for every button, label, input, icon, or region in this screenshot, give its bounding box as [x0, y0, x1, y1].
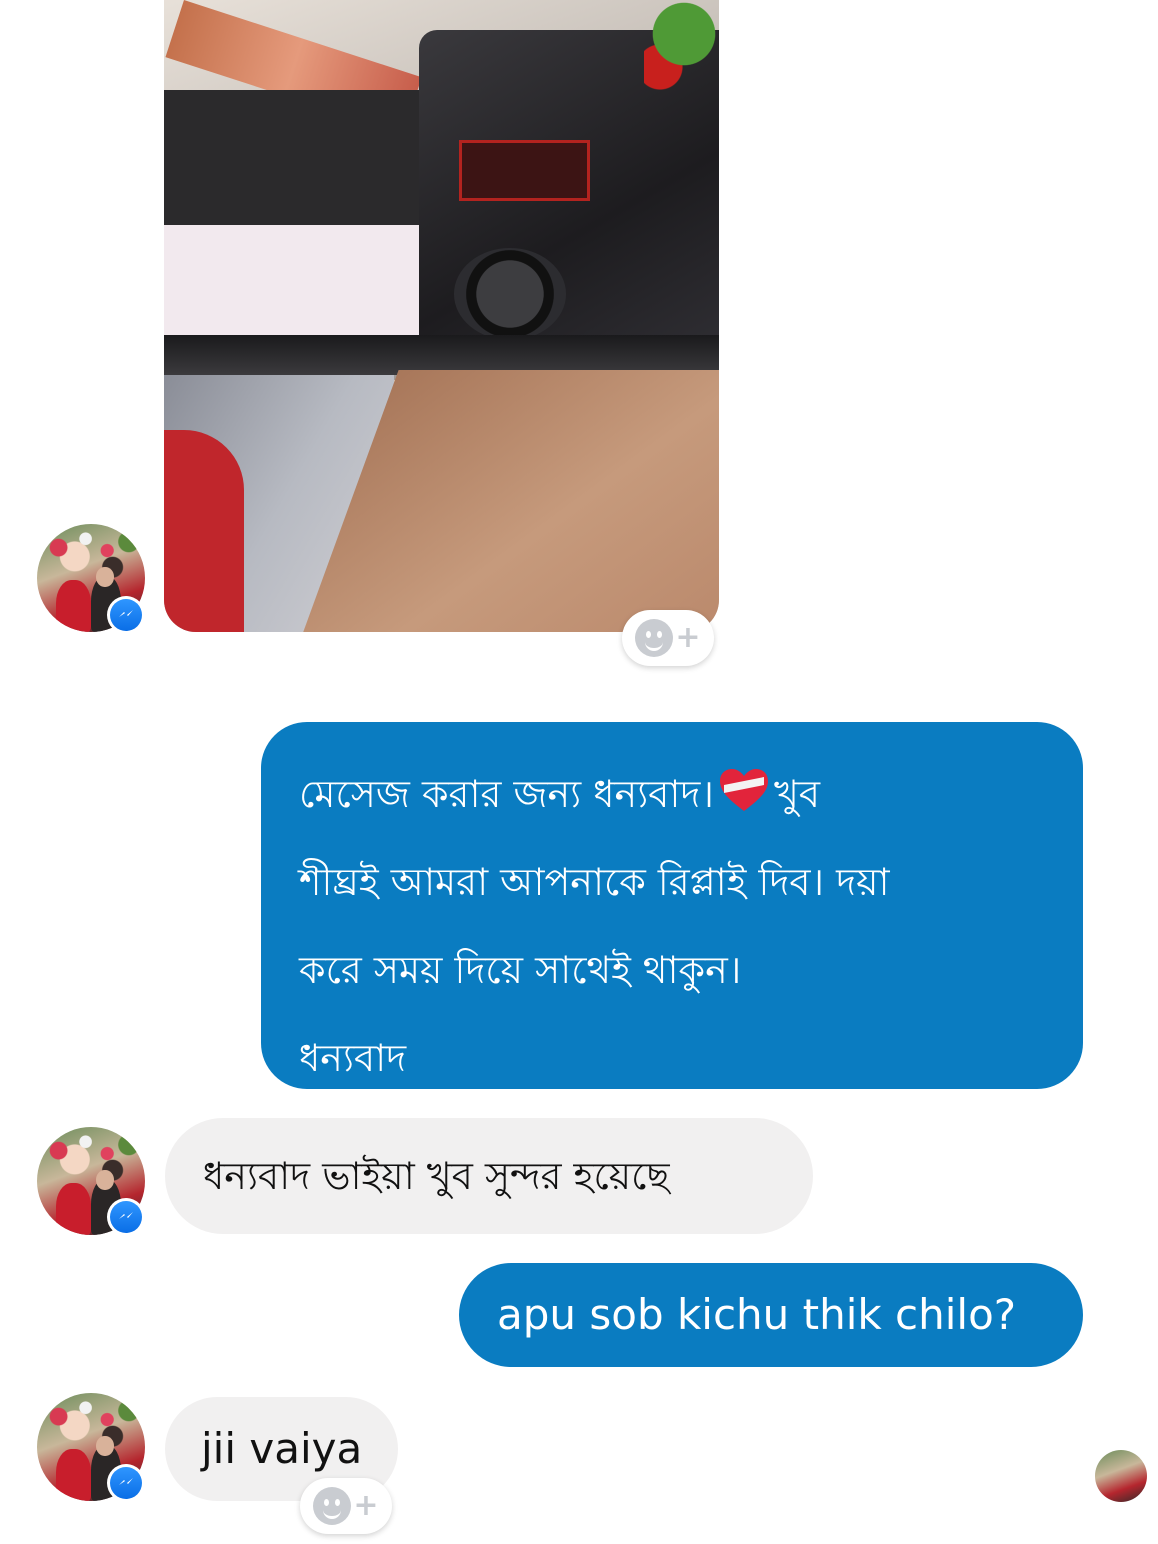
message-text: apu sob kichu thik chilo? — [497, 1290, 1017, 1339]
messenger-badge-icon — [107, 1198, 145, 1236]
seen-indicator-avatar — [1095, 1450, 1147, 1502]
plus-icon: + — [675, 620, 701, 655]
message-text: ধন্যবাদ ভাইয়া খুব সুন্দর হয়েছে — [203, 1154, 670, 1198]
outgoing-message-bubble[interactable]: apu sob kichu thik chilo? — [459, 1263, 1083, 1367]
chat-screen: + মেসেজ করার জন্য ধন্যবাদ। খুব শীঘ্রই আম… — [0, 0, 1158, 1544]
heart-with-ribbon-icon — [719, 769, 768, 811]
message-line: মেসেজ করার জন্য ধন্যবাদ। — [299, 772, 714, 816]
outgoing-message-bubble[interactable]: মেসেজ করার জন্য ধন্যবাদ। খুব শীঘ্রই আমরা… — [261, 722, 1083, 1089]
message-line: করে সময় দিয়ে সাথেই থাকুন। — [299, 948, 742, 992]
shared-photo[interactable] — [164, 0, 719, 632]
message-line: খুব — [773, 772, 821, 816]
plus-icon: + — [353, 1488, 379, 1523]
smiley-icon — [313, 1487, 352, 1525]
message-line: শীঘ্রই আমরা আপনাকে রিপ্লাই দিব। দয়া — [299, 860, 890, 904]
smiley-icon — [635, 619, 674, 657]
message-text: jii vaiya — [201, 1424, 363, 1473]
add-reaction-button[interactable]: + — [300, 1478, 392, 1534]
watch-image — [454, 248, 566, 340]
add-reaction-button[interactable]: + — [622, 610, 714, 666]
messenger-badge-icon — [107, 1464, 145, 1502]
incoming-message-bubble[interactable]: ধন্যবাদ ভাইয়া খুব সুন্দর হয়েছে — [165, 1118, 813, 1234]
message-line: ধন্যবাদ — [299, 1036, 407, 1080]
messenger-badge-icon — [107, 596, 145, 634]
